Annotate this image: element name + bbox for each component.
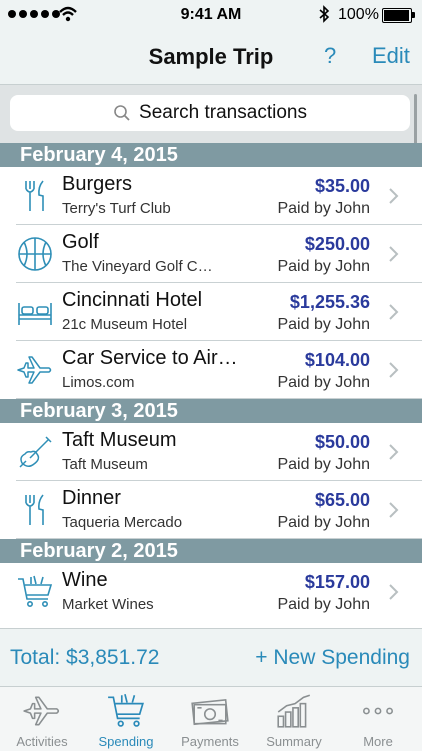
- section-header-date: February 2, 2015: [0, 539, 422, 563]
- more-icon: [363, 707, 393, 715]
- fork-knife-icon: [25, 180, 44, 211]
- paid-by: Paid by John: [277, 456, 370, 473]
- tab-payments[interactable]: Payments: [168, 687, 252, 751]
- edit-button[interactable]: Edit: [372, 43, 410, 69]
- transaction-name: Car Service to Air…: [62, 347, 238, 369]
- chevron-right-icon: [389, 502, 399, 518]
- paid-by: Paid by John: [277, 374, 370, 391]
- fork-knife-icon: [25, 494, 44, 525]
- total-bar: Total: $3,851.72 + New Spending: [0, 628, 422, 687]
- search-bar: Search transactions: [0, 85, 422, 143]
- search-input[interactable]: Search transactions: [10, 95, 410, 131]
- paid-by: Paid by John: [277, 596, 370, 613]
- section-header-date: February 4, 2015: [0, 143, 422, 167]
- tab-label: More: [363, 734, 393, 749]
- transaction-row[interactable]: Burgers Terry's Turf Club $35.00 Paid by…: [0, 167, 422, 225]
- transaction-vendor: Taqueria Mercado: [62, 514, 183, 531]
- transaction-name: Burgers: [62, 173, 133, 195]
- paid-by: Paid by John: [277, 514, 370, 531]
- transaction-vendor: The Vineyard Golf C…: [62, 258, 213, 275]
- tab-bar: Activities Spending Payments Summary Mor…: [0, 686, 422, 751]
- tab-label: Spending: [98, 734, 154, 749]
- transaction-amount: $104.00: [304, 350, 370, 370]
- battery-icon: [382, 8, 415, 23]
- tab-more[interactable]: More: [336, 687, 420, 751]
- navigation-bar: Sample Trip ? Edit: [0, 30, 422, 85]
- battery-percentage: 100%: [338, 6, 379, 23]
- chevron-right-icon: [389, 246, 399, 262]
- paid-by: Paid by John: [277, 316, 370, 333]
- tab-activities[interactable]: Activities: [0, 687, 84, 751]
- transaction-row[interactable]: Dinner Taqueria Mercado $65.00 Paid by J…: [0, 481, 422, 539]
- search-icon: [114, 105, 130, 121]
- paid-by: Paid by John: [277, 258, 370, 275]
- transaction-amount: $250.00: [304, 234, 370, 254]
- new-spending-button[interactable]: + New Spending: [255, 646, 410, 670]
- section-header-date: February 3, 2015: [0, 399, 422, 423]
- chevron-right-icon: [389, 188, 399, 204]
- transaction-amount: $35.00: [314, 176, 370, 196]
- basketball-icon: [18, 237, 52, 271]
- tab-label: Payments: [181, 734, 239, 749]
- shopping-cart-icon: [108, 693, 144, 727]
- transaction-row[interactable]: Car Service to Air… Limos.com $104.00 Pa…: [0, 341, 422, 399]
- total-amount: Total: $3,851.72: [10, 646, 160, 669]
- bluetooth-icon: [319, 5, 330, 23]
- transaction-name: Dinner: [62, 487, 121, 509]
- chevron-right-icon: [389, 304, 399, 320]
- help-button[interactable]: ?: [324, 43, 336, 69]
- transaction-name: Wine: [62, 569, 108, 591]
- chevron-right-icon: [389, 584, 399, 600]
- transaction-amount: $50.00: [314, 432, 370, 452]
- transaction-name: Cincinnati Hotel: [62, 289, 203, 311]
- chevron-right-icon: [389, 444, 399, 460]
- money-icon: [191, 698, 229, 726]
- violin-icon: [19, 436, 52, 468]
- transaction-name: Golf: [62, 231, 99, 253]
- chevron-right-icon: [389, 362, 399, 378]
- transaction-row[interactable]: Taft Museum Taft Museum $50.00 Paid by J…: [0, 423, 422, 481]
- page-title: Sample Trip: [148, 44, 274, 69]
- transaction-amount: $65.00: [314, 490, 370, 510]
- transaction-amount: $157.00: [304, 572, 370, 592]
- tab-label: Summary: [266, 734, 322, 749]
- tab-label: Activities: [16, 734, 68, 749]
- airplane-icon: [23, 696, 60, 726]
- transaction-vendor: 21c Museum Hotel: [62, 316, 188, 333]
- bed-icon: [18, 303, 52, 325]
- transaction-vendor: Taft Museum: [62, 456, 148, 473]
- transaction-row[interactable]: Golf The Vineyard Golf C… $250.00 Paid b…: [0, 225, 422, 283]
- status-bar: 9:41 AM 100%: [0, 0, 422, 30]
- transaction-vendor: Market Wines: [62, 596, 154, 613]
- shopping-cart-icon: [18, 575, 53, 607]
- transaction-amount: $1,255.36: [289, 292, 370, 312]
- paid-by: Paid by John: [277, 200, 370, 217]
- search-placeholder: Search transactions: [139, 102, 307, 123]
- transaction-row[interactable]: Cincinnati Hotel 21c Museum Hotel $1,255…: [0, 283, 422, 341]
- transaction-name: Taft Museum: [62, 429, 177, 451]
- airplane-icon: [17, 356, 52, 384]
- transaction-row[interactable]: Wine Market Wines $157.00 Paid by John: [0, 563, 422, 621]
- tab-summary[interactable]: Summary: [252, 687, 336, 751]
- chart-icon: [277, 694, 311, 728]
- transaction-vendor: Limos.com: [62, 374, 135, 391]
- tab-spending[interactable]: Spending: [84, 687, 168, 751]
- transaction-vendor: Terry's Turf Club: [62, 200, 171, 217]
